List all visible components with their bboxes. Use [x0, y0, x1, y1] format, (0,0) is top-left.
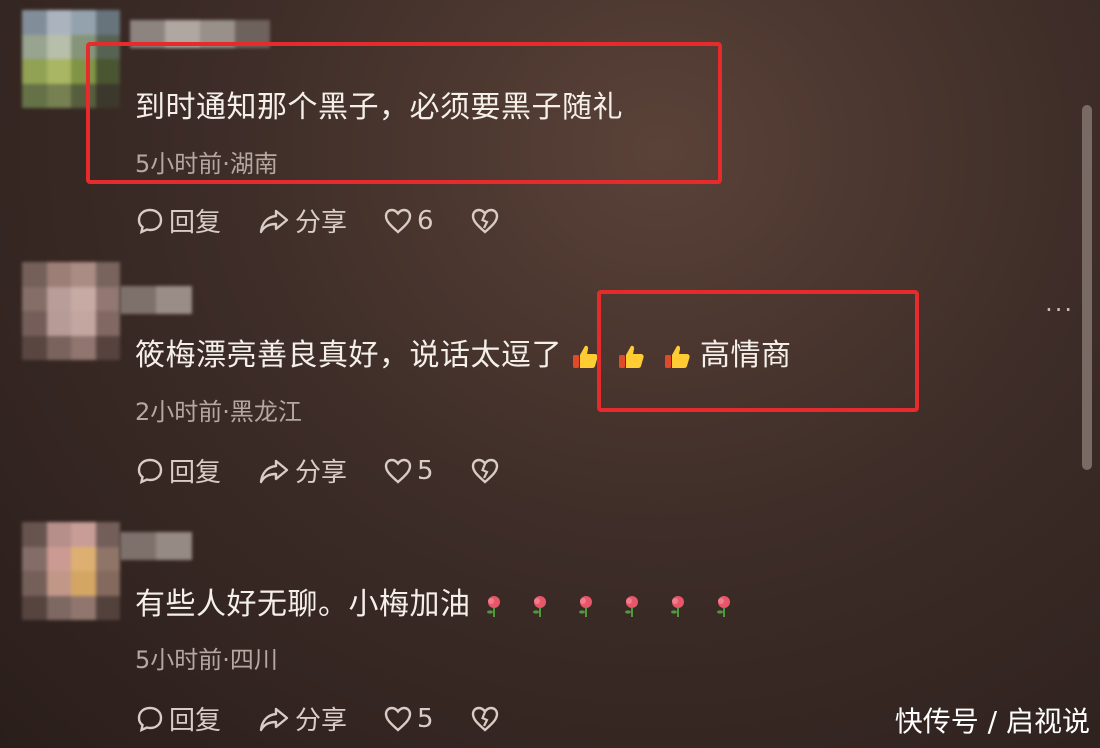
- share-label: 分享: [295, 458, 348, 488]
- heart-icon: [384, 208, 412, 234]
- comment-icon: [137, 208, 163, 234]
- comment-meta: 2小时前·黑龙江: [135, 398, 302, 426]
- comment-actions: 回复 分享 5: [135, 452, 540, 489]
- flower-emoji: [486, 595, 500, 617]
- reply-button[interactable]: 回复: [135, 202, 221, 239]
- watermark: 快传号 / 启视说: [894, 705, 1090, 738]
- flower-emoji: [578, 595, 592, 617]
- share-button[interactable]: 分享: [257, 202, 347, 239]
- username-blurred[interactable]: [120, 532, 192, 560]
- flower-emoji: [532, 595, 546, 617]
- share-button[interactable]: 分享: [257, 700, 347, 737]
- avatar[interactable]: [22, 262, 120, 360]
- avatar[interactable]: [22, 522, 120, 620]
- share-arrow-icon: [259, 209, 289, 233]
- reply-button[interactable]: 回复: [135, 700, 221, 737]
- dislike-button[interactable]: [470, 704, 504, 734]
- reply-label: 回复: [169, 208, 222, 238]
- flower-emoji: [716, 595, 730, 617]
- like-count: 5: [417, 703, 434, 734]
- flower-emoji: [624, 595, 638, 617]
- share-label: 分享: [295, 706, 348, 736]
- dislike-button[interactable]: [470, 206, 504, 236]
- share-arrow-icon: [259, 707, 289, 731]
- broken-heart-icon: [471, 706, 498, 732]
- more-icon[interactable]: ···: [1045, 296, 1074, 324]
- share-arrow-icon: [259, 459, 289, 483]
- flower-emoji: [670, 595, 684, 617]
- reply-label: 回复: [169, 706, 222, 736]
- like-button[interactable]: 5: [383, 456, 434, 486]
- like-button[interactable]: 5: [383, 704, 434, 734]
- comment-actions: 回复 分享 6: [135, 202, 540, 239]
- username-blurred[interactable]: [120, 286, 192, 314]
- comment-icon: [137, 458, 163, 484]
- like-button[interactable]: 6: [383, 206, 434, 236]
- comment-icon: [137, 706, 163, 732]
- like-count: 5: [417, 455, 434, 486]
- like-count: 6: [417, 205, 434, 236]
- highlight-box: [86, 42, 722, 184]
- scrollbar[interactable]: [1082, 105, 1092, 470]
- thumbs-up-emoji: [573, 345, 598, 368]
- reply-label: 回复: [169, 458, 222, 488]
- share-label: 分享: [295, 208, 348, 238]
- broken-heart-icon: [471, 208, 498, 234]
- comment-text: 有些人好无聊。小梅加油: [135, 585, 747, 625]
- heart-icon: [384, 706, 412, 732]
- comment-text-main: 有些人好无聊。小梅加油: [135, 587, 471, 622]
- comment-meta: 5小时前·四川: [135, 646, 278, 674]
- reply-button[interactable]: 回复: [135, 452, 221, 489]
- highlight-box: [597, 290, 919, 412]
- dislike-button[interactable]: [470, 456, 504, 486]
- heart-icon: [384, 458, 412, 484]
- comment-text-main: 筱梅漂亮善良真好，说话太逗了: [135, 338, 562, 373]
- broken-heart-icon: [471, 458, 498, 484]
- comment-actions: 回复 分享 5: [135, 700, 540, 737]
- share-button[interactable]: 分享: [257, 452, 347, 489]
